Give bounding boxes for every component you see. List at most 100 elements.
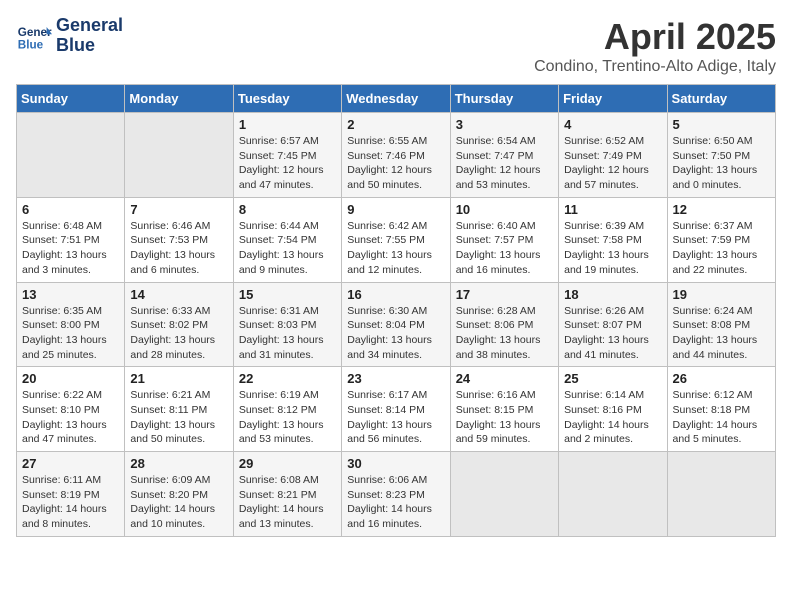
day-number: 16 [347,287,444,302]
day-cell: 22 Sunrise: 6:19 AMSunset: 8:12 PMDayligh… [233,367,341,452]
week-row-2: 6 Sunrise: 6:48 AMSunset: 7:51 PMDaylight… [17,197,776,282]
day-number: 12 [673,202,770,217]
day-number: 14 [130,287,227,302]
day-cell: 7 Sunrise: 6:46 AMSunset: 7:53 PMDaylight… [125,197,233,282]
day-cell: 25Sunrise: 6:14 AMSunset: 8:16 PMDayligh… [559,367,667,452]
day-cell: 10 Sunrise: 6:40 AMSunset: 7:57 PMDayligh… [450,197,558,282]
day-cell: 30 Sunrise: 6:06 AMSunset: 8:23 PMDayligh… [342,452,450,537]
day-cell: 17 Sunrise: 6:28 AMSunset: 8:06 PMDayligh… [450,282,558,367]
day-cell [125,113,233,198]
day-number: 27 [22,456,119,471]
day-info: Sunrise: 6:11 AMSunset: 8:19 PMDaylight:… [22,473,119,532]
day-info: Sunrise: 6:50 AMSunset: 7:50 PMDaylight:… [673,134,770,193]
calendar-header: SundayMondayTuesdayWednesdayThursdayFrid… [17,85,776,113]
day-info: Sunrise: 6:16 AMSunset: 8:15 PMDaylight:… [456,388,553,447]
header-cell-thursday: Thursday [450,85,558,113]
day-info: Sunrise: 6:08 AMSunset: 8:21 PMDaylight:… [239,473,336,532]
day-number: 20 [22,371,119,386]
day-cell: 4Sunrise: 6:52 AMSunset: 7:49 PMDaylight… [559,113,667,198]
day-number: 28 [130,456,227,471]
day-cell: 1Sunrise: 6:57 AMSunset: 7:45 PMDaylight… [233,113,341,198]
day-info: Sunrise: 6:19 AMSunset: 8:12 PMDaylight:… [239,388,336,447]
day-cell [17,113,125,198]
day-number: 7 [130,202,227,217]
day-number: 13 [22,287,119,302]
day-info: Sunrise: 6:09 AMSunset: 8:20 PMDaylight:… [130,473,227,532]
day-info: Sunrise: 6:30 AMSunset: 8:04 PMDaylight:… [347,304,444,363]
week-row-4: 20Sunrise: 6:22 AMSunset: 8:10 PMDayligh… [17,367,776,452]
header-cell-monday: Monday [125,85,233,113]
day-number: 17 [456,287,553,302]
calendar-body: 1Sunrise: 6:57 AMSunset: 7:45 PMDaylight… [17,113,776,537]
title-area: April 2025 Condino, Trentino-Alto Adige,… [534,16,776,76]
day-info: Sunrise: 6:48 AMSunset: 7:51 PMDaylight:… [22,219,119,278]
header-cell-friday: Friday [559,85,667,113]
day-info: Sunrise: 6:06 AMSunset: 8:23 PMDaylight:… [347,473,444,532]
day-cell: 3Sunrise: 6:54 AMSunset: 7:47 PMDaylight… [450,113,558,198]
calendar-subtitle: Condino, Trentino-Alto Adige, Italy [534,58,776,76]
day-cell [450,452,558,537]
day-number: 8 [239,202,336,217]
page-header: General Blue General Blue April 2025 Con… [16,16,776,76]
day-cell: 23 Sunrise: 6:17 AMSunset: 8:14 PMDayligh… [342,367,450,452]
day-number: 18 [564,287,661,302]
header-cell-saturday: Saturday [667,85,775,113]
logo: General Blue General Blue [16,16,123,56]
week-row-5: 27 Sunrise: 6:11 AMSunset: 8:19 PMDayligh… [17,452,776,537]
day-number: 9 [347,202,444,217]
day-info: Sunrise: 6:40 AMSunset: 7:57 PMDaylight:… [456,219,553,278]
week-row-1: 1Sunrise: 6:57 AMSunset: 7:45 PMDaylight… [17,113,776,198]
day-number: 24 [456,371,553,386]
day-cell: 15 Sunrise: 6:31 AMSunset: 8:03 PMDayligh… [233,282,341,367]
day-cell: 14 Sunrise: 6:33 AMSunset: 8:02 PMDayligh… [125,282,233,367]
svg-text:Blue: Blue [18,38,44,51]
day-number: 22 [239,371,336,386]
day-info: Sunrise: 6:46 AMSunset: 7:53 PMDaylight:… [130,219,227,278]
calendar-title: April 2025 [534,16,776,58]
day-cell: 6 Sunrise: 6:48 AMSunset: 7:51 PMDaylight… [17,197,125,282]
day-number: 25 [564,371,661,386]
day-number: 15 [239,287,336,302]
day-number: 2 [347,117,444,132]
day-cell: 29Sunrise: 6:08 AMSunset: 8:21 PMDayligh… [233,452,341,537]
day-number: 21 [130,371,227,386]
day-cell: 26 Sunrise: 6:12 AMSunset: 8:18 PMDayligh… [667,367,775,452]
day-info: Sunrise: 6:57 AMSunset: 7:45 PMDaylight:… [239,134,336,193]
logo-line1: General [56,16,123,36]
day-number: 10 [456,202,553,217]
day-info: Sunrise: 6:31 AMSunset: 8:03 PMDaylight:… [239,304,336,363]
day-number: 5 [673,117,770,132]
logo-icon: General Blue [16,18,52,54]
day-number: 30 [347,456,444,471]
day-number: 26 [673,371,770,386]
day-number: 19 [673,287,770,302]
day-info: Sunrise: 6:24 AMSunset: 8:08 PMDaylight:… [673,304,770,363]
day-number: 11 [564,202,661,217]
day-info: Sunrise: 6:44 AMSunset: 7:54 PMDaylight:… [239,219,336,278]
day-cell: 21Sunrise: 6:21 AMSunset: 8:11 PMDayligh… [125,367,233,452]
header-cell-wednesday: Wednesday [342,85,450,113]
day-cell: 12 Sunrise: 6:37 AMSunset: 7:59 PMDayligh… [667,197,775,282]
day-cell: 16 Sunrise: 6:30 AMSunset: 8:04 PMDayligh… [342,282,450,367]
day-info: Sunrise: 6:39 AMSunset: 7:58 PMDaylight:… [564,219,661,278]
day-info: Sunrise: 6:12 AMSunset: 8:18 PMDaylight:… [673,388,770,447]
day-number: 6 [22,202,119,217]
day-cell [667,452,775,537]
day-cell: 18Sunrise: 6:26 AMSunset: 8:07 PMDayligh… [559,282,667,367]
day-cell: 27 Sunrise: 6:11 AMSunset: 8:19 PMDayligh… [17,452,125,537]
day-cell: 9Sunrise: 6:42 AMSunset: 7:55 PMDaylight… [342,197,450,282]
header-cell-sunday: Sunday [17,85,125,113]
week-row-3: 13 Sunrise: 6:35 AMSunset: 8:00 PMDayligh… [17,282,776,367]
day-info: Sunrise: 6:35 AMSunset: 8:00 PMDaylight:… [22,304,119,363]
day-cell: 19 Sunrise: 6:24 AMSunset: 8:08 PMDayligh… [667,282,775,367]
calendar-table: SundayMondayTuesdayWednesdayThursdayFrid… [16,84,776,537]
day-number: 23 [347,371,444,386]
day-cell: 13 Sunrise: 6:35 AMSunset: 8:00 PMDayligh… [17,282,125,367]
day-info: Sunrise: 6:33 AMSunset: 8:02 PMDaylight:… [130,304,227,363]
day-info: Sunrise: 6:28 AMSunset: 8:06 PMDaylight:… [456,304,553,363]
day-cell: 5 Sunrise: 6:50 AMSunset: 7:50 PMDaylight… [667,113,775,198]
logo-line2: Blue [56,36,123,56]
day-info: Sunrise: 6:37 AMSunset: 7:59 PMDaylight:… [673,219,770,278]
logo-text: General Blue [56,16,123,56]
day-info: Sunrise: 6:17 AMSunset: 8:14 PMDaylight:… [347,388,444,447]
